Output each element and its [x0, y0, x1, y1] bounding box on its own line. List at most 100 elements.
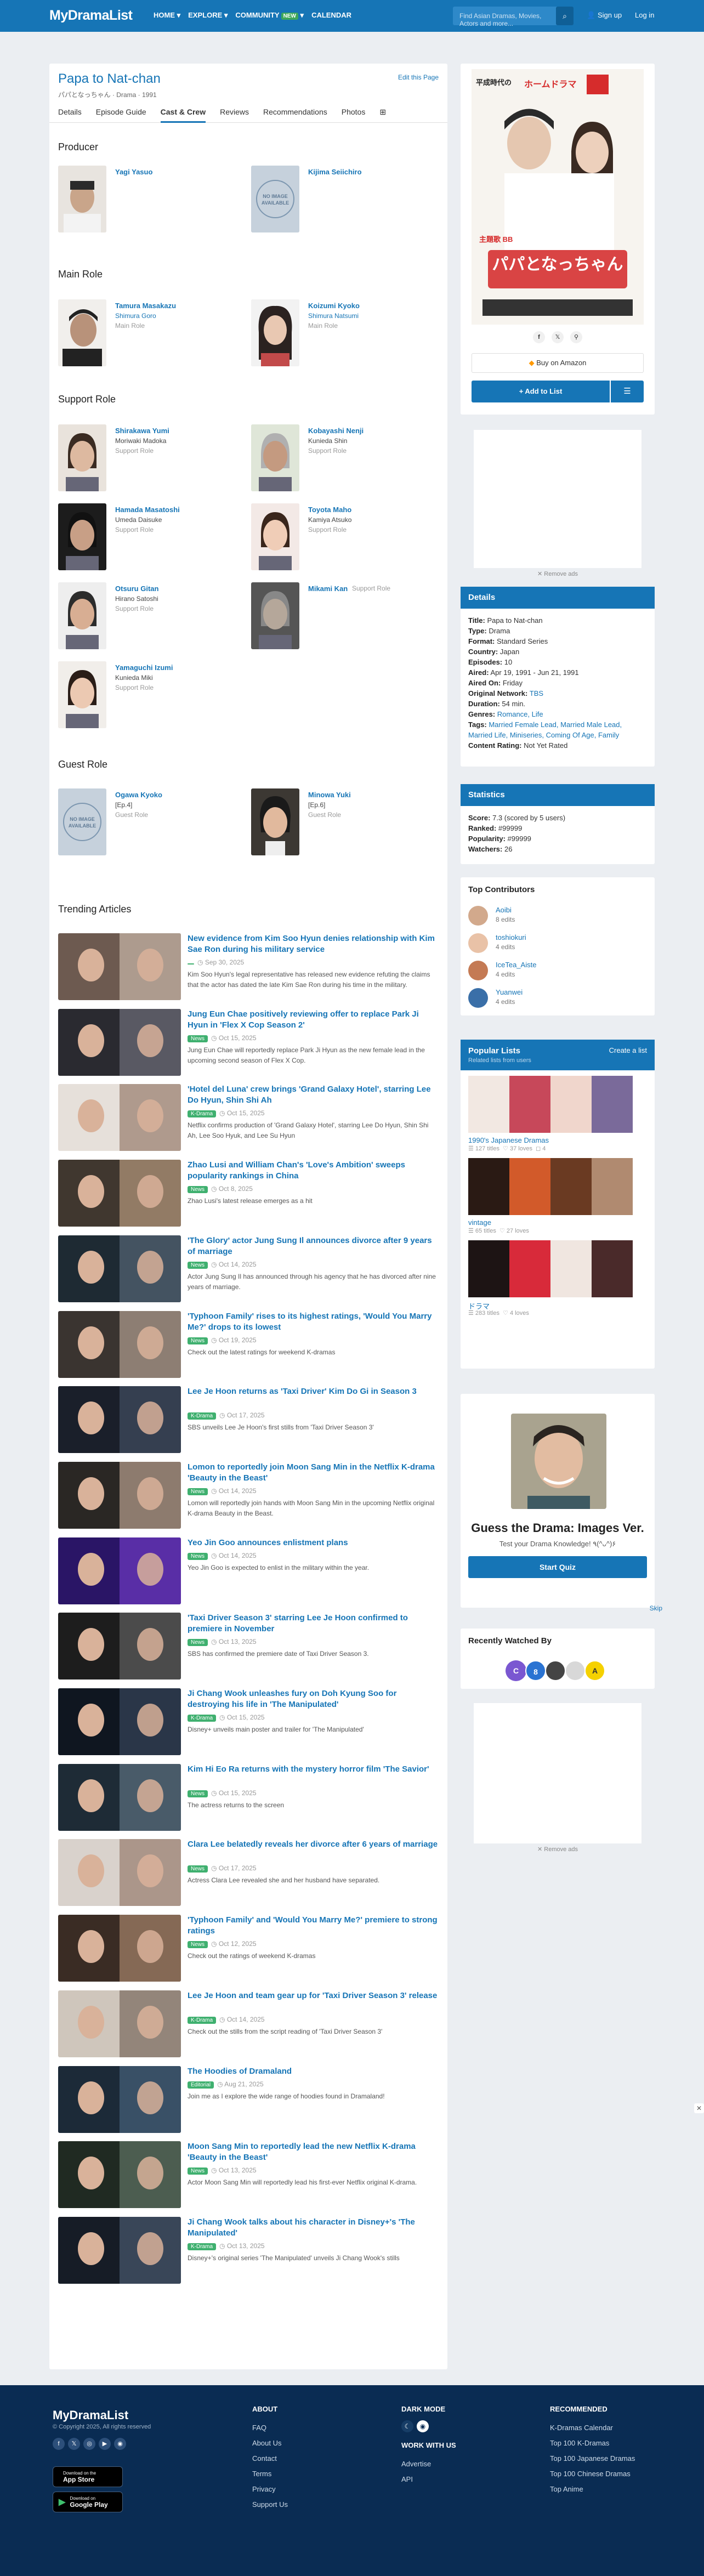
article-item[interactable]: The Hoodies of Dramaland Editorial ◷ Aug 2… [58, 2066, 439, 2135]
list-name[interactable]: vintage [468, 1218, 491, 1227]
list-name[interactable]: 1990's Japanese Dramas [468, 1136, 549, 1144]
article-thumbnail[interactable] [58, 1915, 181, 1982]
footer-link[interactable]: Top 100 K-Dramas [550, 2436, 635, 2451]
character-name[interactable]: Shimura Natsumi [308, 312, 359, 320]
contributor-name[interactable]: toshiokuri [496, 933, 526, 941]
footer-link[interactable]: Top Anime [550, 2482, 635, 2497]
footer-link[interactable]: K-Dramas Calendar [550, 2420, 635, 2436]
list-card[interactable]: ドラマ ☰ 283 titles ♡ 4 loves [468, 1240, 647, 1317]
avatar[interactable] [251, 503, 299, 570]
article-thumbnail[interactable] [58, 1839, 181, 1907]
google-play-badge[interactable]: ▶ Download on Google Play [53, 2492, 123, 2512]
tab-more-icon[interactable]: ⊞ [379, 104, 386, 123]
site-logo[interactable]: MyDramaList [49, 8, 133, 24]
create-list-link[interactable]: Create a list [609, 1046, 647, 1054]
article-thumbnail[interactable] [58, 933, 181, 1000]
contributor-name[interactable]: IceTea_Aiste [496, 961, 536, 969]
article-item[interactable]: Ji Chang Wook unleashes fury on Doh Kyun… [58, 1688, 439, 1757]
article-title[interactable]: Kim Hi Eo Ra returns with the mystery ho… [188, 1764, 439, 1775]
contributor-item[interactable]: IceTea_Aiste 4 edits [468, 958, 644, 983]
avatar[interactable]: 8 [525, 1660, 546, 1681]
poster-image[interactable]: 平成時代の ホームドラマ 主題歌 BB パパとなっちゃん [472, 69, 644, 325]
sun-icon[interactable]: ◉ [417, 2420, 429, 2432]
article-item[interactable]: 'Taxi Driver Season 3' starring Lee Je H… [58, 1613, 439, 1682]
footer-link[interactable]: Advertise [401, 2456, 456, 2472]
article-item[interactable]: New evidence from Kim Soo Hyun denies re… [58, 933, 439, 1002]
article-thumbnail[interactable] [58, 1461, 181, 1529]
article-tag[interactable]: K-Drama [188, 2243, 217, 2250]
contributor-item[interactable]: Yuanwei 4 edits [468, 986, 644, 1010]
article-item[interactable]: Zhao Lusi and William Chan's 'Love's Amb… [58, 1160, 439, 1229]
footer-link[interactable]: Privacy [252, 2482, 288, 2497]
article-thumbnail[interactable] [58, 1008, 181, 1076]
avatar[interactable] [251, 582, 299, 649]
twitter-icon[interactable]: 𝕏 [68, 2438, 80, 2450]
list-thumbnails[interactable] [468, 1076, 633, 1133]
cast-card[interactable]: Toyota Maho Kamiya Atsuko Support Role [251, 503, 438, 575]
article-title[interactable]: 'Hotel del Luna' crew brings 'Grand Gala… [188, 1084, 439, 1106]
article-tag[interactable]: Editorial [188, 2081, 214, 2089]
character-name[interactable]: Shimura Goro [115, 312, 156, 320]
article-tag[interactable]: News [188, 1488, 208, 1495]
person-name[interactable]: Kijima Seiichiro [308, 168, 362, 176]
cast-card[interactable]: Otsuru Gitan Hirano Satoshi Support Role [58, 582, 245, 654]
avatar[interactable] [468, 933, 488, 953]
cast-card[interactable]: Kobayashi Nenji Kunieda Shin Support Role [251, 424, 438, 496]
youtube-icon[interactable]: ▶ [99, 2438, 111, 2450]
footer-link[interactable]: Support Us [252, 2497, 288, 2512]
cast-card[interactable]: Shirakawa Yumi Moriwaki Madoka Support Rol… [58, 424, 245, 496]
avatar[interactable] [58, 661, 106, 728]
person-name[interactable]: Toyota Maho [308, 506, 351, 514]
article-title[interactable]: Lomon to reportedly join Moon Sang Min i… [188, 1462, 439, 1484]
article-thumbnail[interactable] [58, 1763, 181, 1831]
facebook-icon[interactable]: f [533, 331, 545, 343]
edit-page-link[interactable]: Edit this Page [398, 73, 439, 81]
person-name[interactable]: Minowa Yuki [308, 791, 351, 799]
cast-card[interactable]: Yamaguchi Izumi Kunieda Miki Support Role [58, 661, 245, 733]
avatar[interactable] [468, 961, 488, 980]
avatar[interactable] [251, 788, 299, 855]
cast-card[interactable]: Hamada Masatoshi Umeda Daisuke Support Rol… [58, 503, 245, 575]
avatar[interactable] [58, 582, 106, 649]
cast-card[interactable]: Minowa Yuki [Ep.6] Guest Role [251, 788, 438, 860]
cast-card[interactable]: Koizumi Kyoko Shimura Natsumi Main Role [251, 299, 438, 371]
article-title[interactable]: 'Typhoon Family' rises to its highest ra… [188, 1311, 439, 1333]
search-icon[interactable]: ⌕ [556, 7, 574, 25]
avatar[interactable] [58, 166, 106, 232]
quiz-image[interactable] [511, 1414, 606, 1509]
article-item[interactable]: Lee Je Hoon and team gear up for 'Taxi D… [58, 1990, 439, 2059]
person-name[interactable]: Hamada Masatoshi [115, 506, 180, 514]
footer-link[interactable]: FAQ [252, 2420, 288, 2436]
article-item[interactable]: Clara Lee belatedly reveals her divorce … [58, 1839, 439, 1908]
person-name[interactable]: Koizumi Kyoko [308, 302, 360, 310]
avatar[interactable] [545, 1660, 566, 1681]
article-item[interactable]: Moon Sang Min to reportedly lead the new… [58, 2141, 439, 2210]
article-title[interactable]: Moon Sang Min to reportedly lead the new… [188, 2141, 439, 2163]
article-title[interactable]: 'The Glory' actor Jung Sung Il announces… [188, 1235, 439, 1257]
search-input[interactable]: Find Asian Dramas, Movies, Actors and mo… [453, 7, 560, 27]
avatar[interactable] [58, 424, 106, 491]
article-thumbnail[interactable] [58, 2141, 181, 2209]
article-thumbnail[interactable] [58, 1386, 181, 1454]
article-tag[interactable]: News [188, 1639, 208, 1647]
person-name[interactable]: Kobayashi Nenji [308, 427, 364, 435]
contributor-name[interactable]: Aoibi [496, 906, 512, 914]
avatar[interactable] [565, 1660, 586, 1681]
article-thumbnail[interactable] [58, 1310, 181, 1378]
article-title[interactable]: The Hoodies of Dramaland [188, 2066, 439, 2077]
list-card[interactable]: vintage ☰ 65 titles ♡ 27 loves [468, 1158, 647, 1235]
article-thumbnail[interactable] [58, 2066, 181, 2133]
producer-card[interactable]: NO IMAGE AVAILABLE Kijima Seiichiro [251, 166, 438, 237]
twitter-icon[interactable]: 𝕏 [552, 331, 564, 343]
avatar[interactable] [251, 424, 299, 491]
article-tag[interactable]: News [188, 1035, 208, 1042]
article-title[interactable]: New evidence from Kim Soo Hyun denies re… [188, 933, 439, 955]
article-thumbnail[interactable] [58, 1537, 181, 1604]
person-name[interactable]: Ogawa Kyoko [115, 791, 162, 799]
cast-card[interactable]: Tamura Masakazu Shimura Goro Main Role [58, 299, 245, 371]
menu-home[interactable]: HOME ▾ [154, 11, 180, 20]
person-name[interactable]: Tamura Masakazu [115, 302, 176, 310]
article-tag[interactable]: News [188, 1552, 208, 1560]
signup-link[interactable]: Sign up [598, 11, 622, 19]
avatar[interactable] [58, 299, 106, 366]
